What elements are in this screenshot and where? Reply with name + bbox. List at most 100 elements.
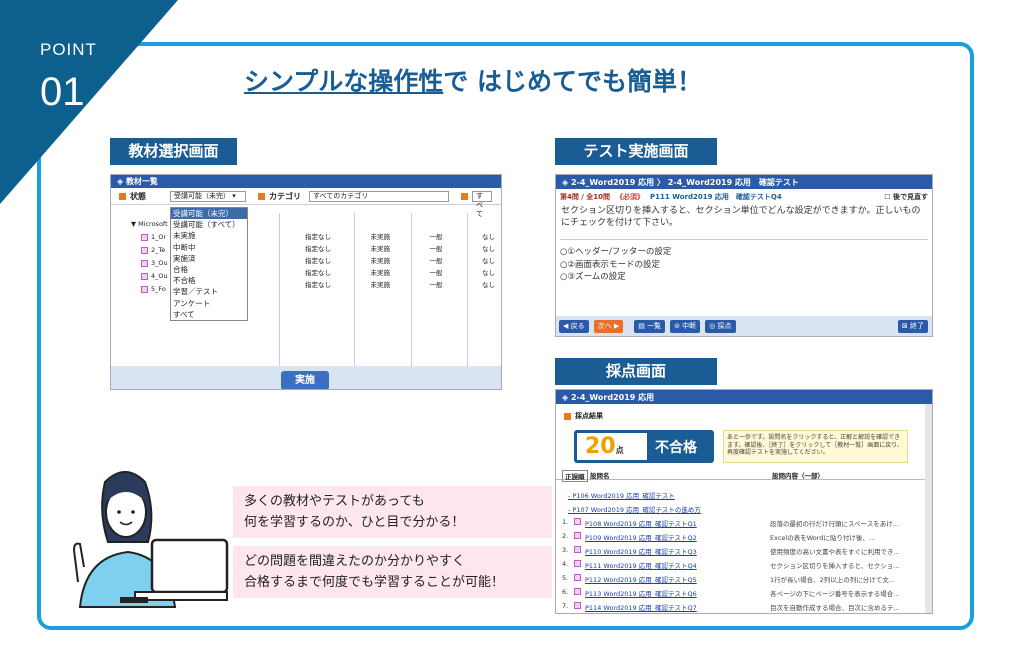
result-section-title: 採点結果 — [556, 404, 932, 428]
dropdown-option[interactable]: 合格 — [171, 264, 247, 275]
status-square-icon — [119, 192, 126, 200]
label-test-screen: テスト実施画面 — [555, 138, 717, 165]
tree-item[interactable]: 5_Fo — [131, 283, 168, 296]
label-material-screen: 教材選択画面 — [110, 138, 237, 165]
result-row[interactable]: 7. P114 Word2019 応用_確認テストQ7 目次を自動作成する場合、目次… — [562, 602, 922, 612]
result-row[interactable]: 2. P109 Word2019 応用_確認テストQ2 Excelの表をWordに貼… — [562, 532, 922, 542]
file-icon — [141, 234, 148, 241]
dropdown-option[interactable]: 中断中 — [171, 242, 247, 253]
category-label: カテゴリ — [269, 191, 301, 201]
answer-option[interactable]: ○①ヘッダー/フッターの設定 — [560, 246, 928, 259]
score-titlebar: ◈ 2-4_Word2019 応用 — [556, 390, 932, 404]
status-select[interactable]: 受講可能（未完） ▾ — [170, 190, 246, 202]
person-laptop-illustration — [72, 471, 229, 608]
dropdown-option[interactable]: 受講可能（未完） — [171, 208, 247, 220]
tree-item[interactable]: 2_Te — [131, 244, 168, 257]
question-header: 第4問 / 全10問 《必須》 P111 Word2019 応用 確認テストQ4… — [556, 189, 932, 205]
material-titlebar: ◈ 教材一覧 — [111, 175, 501, 188]
column-divider — [279, 213, 280, 368]
tree-item[interactable]: 1_Or — [131, 231, 168, 244]
result-row[interactable]: 4. P111 Word2019 応用_確認テストQ4 セクション区切りを挿入すると… — [562, 560, 922, 570]
table-row: 指定なし 未実施 一般 なし — [305, 245, 495, 253]
result-row[interactable]: 3. P110 Word2019 応用_確認テストQ3 使用頻度の高い文書や表をすぐ… — [562, 546, 922, 556]
dropdown-option[interactable]: 実施済 — [171, 253, 247, 264]
dropdown-option[interactable]: 未実施 — [171, 230, 247, 241]
dropdown-option[interactable]: 不合格 — [171, 275, 247, 286]
divider — [560, 239, 928, 240]
dropdown-option[interactable]: 受講可能（すべて） — [171, 219, 247, 230]
back-button[interactable]: ◀ 戻る — [559, 319, 589, 333]
tree-item[interactable]: 3_Ou — [131, 257, 168, 270]
extra-select[interactable]: すべて — [472, 190, 492, 218]
status-label: 状態 — [130, 191, 146, 201]
answer-option[interactable]: ○③ズームの設定 — [560, 271, 928, 284]
answer-option[interactable]: ○②画面表示モードの設定 — [560, 259, 928, 272]
file-icon — [141, 260, 148, 267]
result-icon — [574, 588, 581, 595]
result-icon — [574, 546, 581, 553]
test-titlebar: ◈ 2-4_Word2019 応用 〉 2-4_Word2019 応用 確認テス… — [556, 175, 932, 189]
col-content: 設問内容（一部） — [772, 472, 824, 480]
extra-square-icon — [461, 192, 468, 200]
required-mark: 《必須》 — [616, 193, 645, 201]
material-tree: ▼ Microsoft 1_Or 2_Te 3_Ou 4_Ou 5_Fo — [131, 218, 168, 296]
result-row[interactable]: 5. P112 Word2019 応用_確認テストQ5 1行が長い場合、2列以上の列… — [562, 574, 922, 584]
test-screen: ◈ 2-4_Word2019 応用 〉 2-4_Word2019 応用 確認テス… — [555, 174, 933, 337]
pause-button[interactable]: ⊘ 中断 — [670, 319, 701, 333]
test-nav-bar: ◀ 戻る 次へ ▶ ▤ 一覧 ⊘ 中断 ◎ 採点 ⊠ 終了 — [556, 316, 932, 336]
result-icon — [574, 532, 581, 539]
status-dropdown: 受講可能（未完） 受講可能（すべて） 未実施 中断中 実施済 合格 不合格 学習… — [170, 207, 248, 322]
table-row: 指定なし 未実施 一般 なし — [305, 233, 495, 241]
section-square-icon — [564, 412, 571, 420]
label-score-screen: 採点画面 — [555, 358, 717, 385]
category-select-value: すべてのカテゴリ — [313, 191, 369, 200]
score-value: 20点 — [577, 433, 647, 460]
sort-correct-button[interactable]: 正誤順 — [562, 470, 588, 482]
result-icon — [574, 602, 581, 609]
result-note: あと一歩です。設問名をクリックすると、正解と解説を確認できます。確認後、［終了］… — [723, 430, 908, 463]
headline: シンプルな操作性で はじめてでも簡単！ — [244, 62, 702, 98]
tree-root[interactable]: ▼ Microsoft — [131, 218, 168, 231]
run-button[interactable]: 実施 — [281, 371, 329, 389]
dropdown-option[interactable]: すべて — [171, 309, 247, 320]
status-select-value: 受講可能（未完） — [174, 191, 230, 200]
result-scrollbar[interactable] — [925, 404, 932, 613]
point-number: 01 — [40, 70, 85, 114]
result-row[interactable]: 6. P113 Word2019 応用_確認テストQ6 各ページの下にページ番号を表… — [562, 588, 922, 598]
file-icon — [141, 273, 148, 280]
result-label: 不合格 — [655, 439, 697, 456]
category-square-icon — [258, 192, 265, 200]
result-list-header: 正誤順 設問名 設問内容（一部） — [556, 468, 926, 482]
result-row[interactable]: 1. P108 Word2019 応用_確認テストQ1 段落の最初の行だけ行頭にスペ… — [562, 518, 922, 528]
filter-bar: 状態 受講可能（未完） ▾ カテゴリ すべてのカテゴリ すべて — [111, 188, 501, 218]
next-button[interactable]: 次へ ▶ — [593, 319, 624, 333]
category-select[interactable]: すべてのカテゴリ — [309, 190, 449, 202]
result-row[interactable]: - P106 Word2019 応用_確認テスト — [562, 490, 922, 500]
point-label: POINT — [40, 40, 97, 59]
review-later-checkbox[interactable]: ☐ 後で見直す — [884, 192, 928, 202]
message-bubble-2: どの問題を間違えたのか分かりやすく 合格するまで何度でも学習することが可能！ — [233, 546, 552, 598]
question-progress: 第4問 / 全10問 — [560, 193, 611, 201]
result-icon — [574, 518, 581, 525]
question-id: P111 Word2019 応用 確認テストQ4 — [650, 193, 782, 201]
headline-rest: で はじめてでも簡単！ — [443, 67, 702, 96]
headline-underlined: シンプルな操作性 — [244, 67, 444, 96]
score-screen: ◈ 2-4_Word2019 応用 採点結果 20点 不合格 あと一歩です。設問… — [555, 389, 933, 614]
file-icon — [141, 286, 148, 293]
dropdown-option[interactable]: 学習／テスト — [171, 286, 247, 297]
tree-item[interactable]: 4_Ou — [131, 270, 168, 283]
question-text: セクション区切りを挿入すると、セクション単位でどんな設定ができますか。正しいもの… — [561, 206, 921, 228]
result-icon — [574, 560, 581, 567]
file-icon — [141, 247, 148, 254]
table-row: 指定なし 未実施 一般 なし — [305, 269, 495, 277]
list-button[interactable]: ▤ 一覧 — [634, 319, 666, 333]
end-button[interactable]: ⊠ 終了 — [897, 319, 928, 333]
result-icon — [574, 574, 581, 581]
answer-options: ○①ヘッダー/フッターの設定 ○②画面表示モードの設定 ○③ズームの設定 — [556, 246, 932, 284]
material-list-screen: ◈ 教材一覧 状態 受講可能（未完） ▾ カテゴリ すべてのカテゴリ すべて ▼… — [110, 174, 502, 390]
col-name: 設問名 — [590, 472, 610, 480]
dropdown-option[interactable]: アンケート — [171, 298, 247, 309]
score-box: 20点 不合格 — [574, 430, 714, 463]
grade-button[interactable]: ◎ 採点 — [705, 319, 736, 333]
result-row[interactable]: - P107 Word2019 応用_確認テストの進め方 — [562, 504, 922, 514]
